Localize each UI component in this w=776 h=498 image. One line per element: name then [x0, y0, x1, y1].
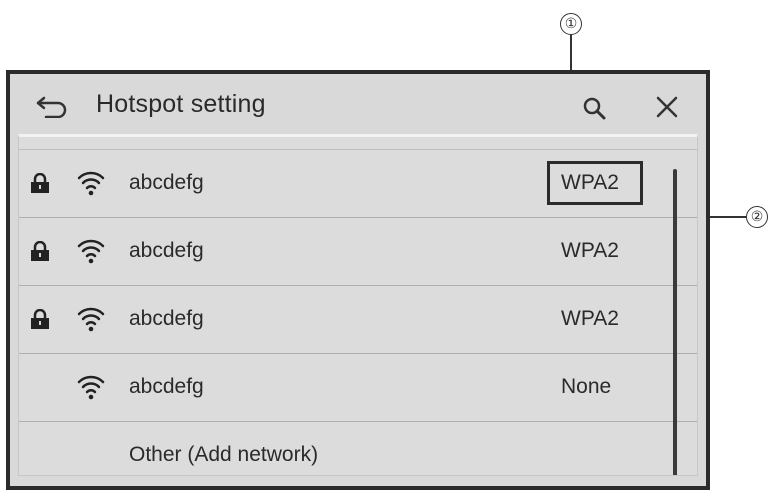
- network-row[interactable]: abcdefg None: [19, 354, 697, 422]
- add-network-label: Other (Add network): [129, 443, 319, 466]
- lock-icon: [31, 241, 49, 261]
- network-list: abcdefg WPA2 abcdefg WPA2 abcdefg WPA2 a…: [18, 134, 698, 476]
- hotspot-screen: Hotspot setting abcdefg WPA2 abcdefg WPA…: [6, 70, 710, 490]
- scrollbar[interactable]: [673, 169, 677, 475]
- lock-icon: [31, 309, 49, 329]
- wifi-icon: [77, 171, 105, 196]
- network-row[interactable]: abcdefg WPA2: [19, 286, 697, 354]
- network-row[interactable]: abcdefg WPA2: [19, 150, 697, 218]
- back-arrow-icon[interactable]: [34, 92, 70, 118]
- network-name: abcdefg: [129, 375, 204, 398]
- wifi-icon: [77, 307, 105, 332]
- close-icon[interactable]: [654, 94, 680, 120]
- network-security: WPA2: [561, 171, 619, 194]
- search-icon[interactable]: [582, 96, 608, 122]
- network-name: abcdefg: [129, 307, 204, 330]
- lock-icon: [31, 173, 49, 193]
- network-name: abcdefg: [129, 239, 204, 262]
- network-security: WPA2: [561, 307, 619, 330]
- page-title: Hotspot setting: [96, 90, 266, 118]
- network-security: WPA2: [561, 239, 619, 262]
- wifi-icon: [77, 239, 105, 264]
- network-row[interactable]: abcdefg WPA2: [19, 218, 697, 286]
- network-name: abcdefg: [129, 171, 204, 194]
- network-security: None: [561, 375, 612, 398]
- add-network-row[interactable]: Other (Add network): [19, 422, 697, 475]
- title-bar: Hotspot setting: [10, 74, 706, 134]
- callout-2: ②: [746, 206, 768, 228]
- wifi-icon: [77, 375, 105, 400]
- callout-1: ①: [560, 13, 582, 35]
